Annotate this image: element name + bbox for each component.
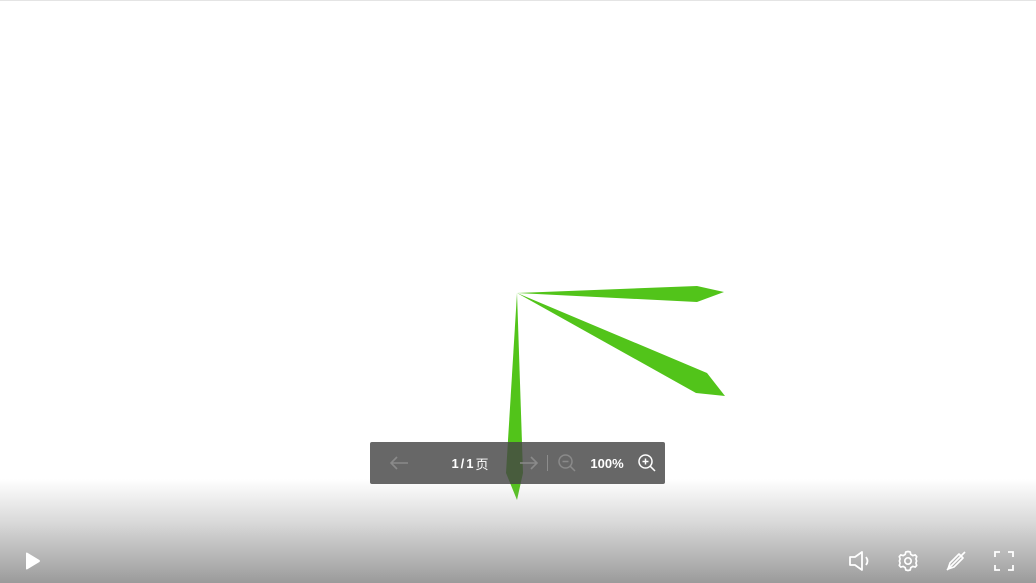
zoom-level: 100%	[590, 455, 624, 471]
gear-icon	[898, 550, 918, 572]
page-indicator: 1 / 1 页	[428, 442, 512, 484]
settings-button[interactable]	[894, 547, 922, 575]
page-current: 1	[451, 455, 459, 471]
page-unit: 页	[475, 456, 489, 472]
play-button[interactable]	[18, 547, 46, 575]
pen-slash-icon	[946, 551, 966, 571]
arrow-diagonal-shape	[517, 293, 725, 396]
volume-icon	[849, 551, 869, 571]
toolbar-divider	[547, 455, 548, 471]
fullscreen-button[interactable]	[990, 547, 1018, 575]
play-icon	[26, 552, 40, 570]
next-page-button[interactable]	[512, 442, 546, 484]
page-separator: /	[460, 455, 465, 471]
page-toolbar: 1 / 1 页 100%	[370, 442, 665, 484]
zoom-out-icon	[558, 454, 576, 472]
arrow-right-shape	[517, 286, 724, 302]
annotate-toggle-button[interactable]	[942, 547, 970, 575]
slide-viewer: 1 / 1 页 100%	[0, 0, 1036, 583]
prev-page-button[interactable]	[370, 442, 428, 484]
volume-button[interactable]	[846, 547, 874, 575]
page-total: 1	[466, 455, 474, 471]
arrow-left-icon	[389, 456, 408, 470]
arrow-right-icon	[520, 456, 539, 470]
zoom-out-button[interactable]	[554, 442, 580, 484]
zoom-in-button[interactable]	[634, 442, 660, 484]
fullscreen-icon	[994, 551, 1014, 571]
player-control-bar	[0, 479, 1036, 583]
zoom-in-icon	[638, 454, 656, 472]
